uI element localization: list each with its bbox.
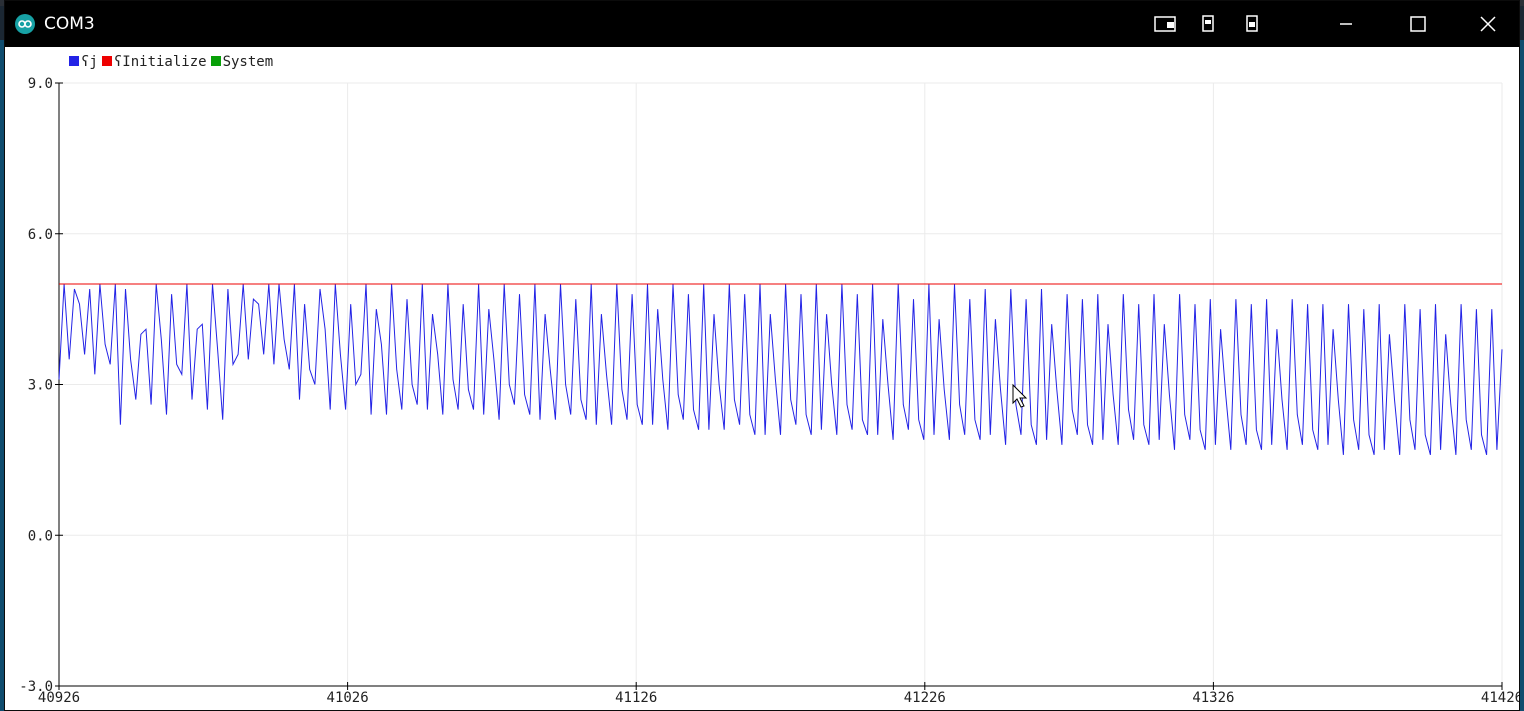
legend-item-initialize[interactable]: ʕInitialize xyxy=(101,54,207,70)
mouse-cursor-icon xyxy=(1012,383,1028,408)
x-tick-label: 41026 xyxy=(327,690,369,706)
window-title: COM3 xyxy=(44,14,95,34)
title-bar[interactable]: COM3 xyxy=(5,1,1519,47)
y-tick-label: 6.0 xyxy=(28,227,53,243)
window-mode-button-1[interactable] xyxy=(1193,9,1223,39)
legend-label-system: System xyxy=(222,54,274,70)
legend-label-sj: ʕj xyxy=(81,54,98,70)
legend-item-sj[interactable]: ʕj xyxy=(69,54,98,70)
legend-item-system[interactable]: System xyxy=(210,54,274,70)
minimize-button[interactable] xyxy=(1331,9,1361,39)
desktop-background-right xyxy=(1520,40,1524,711)
x-tick-label: 41326 xyxy=(1192,690,1234,706)
close-icon xyxy=(1480,16,1496,32)
arduino-logo-icon xyxy=(15,14,35,34)
window-mode-button-2[interactable] xyxy=(1237,9,1267,39)
x-tick-label: 41426 xyxy=(1481,690,1519,706)
y-tick-label: 3.0 xyxy=(28,378,53,394)
y-tick-label: 9.0 xyxy=(28,76,53,92)
maximize-button[interactable] xyxy=(1403,9,1433,39)
y-tick-label: 0.0 xyxy=(28,528,53,544)
x-tick-label: 41126 xyxy=(615,690,657,706)
window-mode-icon xyxy=(1246,15,1258,32)
minimize-icon xyxy=(1340,23,1352,25)
plot-area[interactable]: 9.0 6.0 3.0 0.0 -3.0 40926 41026 41126 41226 4132… xyxy=(5,47,1519,710)
legend: ʕj ʕInitialize System xyxy=(69,54,277,72)
x-tick-label: 41226 xyxy=(904,690,946,706)
maximize-icon xyxy=(1410,16,1426,32)
serial-plot-chart[interactable]: 9.06.03.00.0-3.040926 41026 41126 41226 4132… xyxy=(5,47,1519,710)
autoscroll-button[interactable] xyxy=(1151,9,1181,39)
legend-swatch-system xyxy=(210,56,221,66)
legend-swatch-sj xyxy=(69,56,79,66)
close-button[interactable] xyxy=(1473,9,1503,39)
x-tick-label: 40926 xyxy=(38,690,80,706)
serial-plotter-window: COM3 9.0 6.0 3.0 0.0 -3.0 40926 41026 41… xyxy=(4,0,1520,711)
window-mode-icon xyxy=(1202,15,1214,32)
series-line-sj xyxy=(58,283,1503,456)
legend-label-initialize: ʕInitialize xyxy=(113,54,207,70)
legend-swatch-initialize xyxy=(101,56,112,66)
autoscroll-icon xyxy=(1154,16,1176,32)
